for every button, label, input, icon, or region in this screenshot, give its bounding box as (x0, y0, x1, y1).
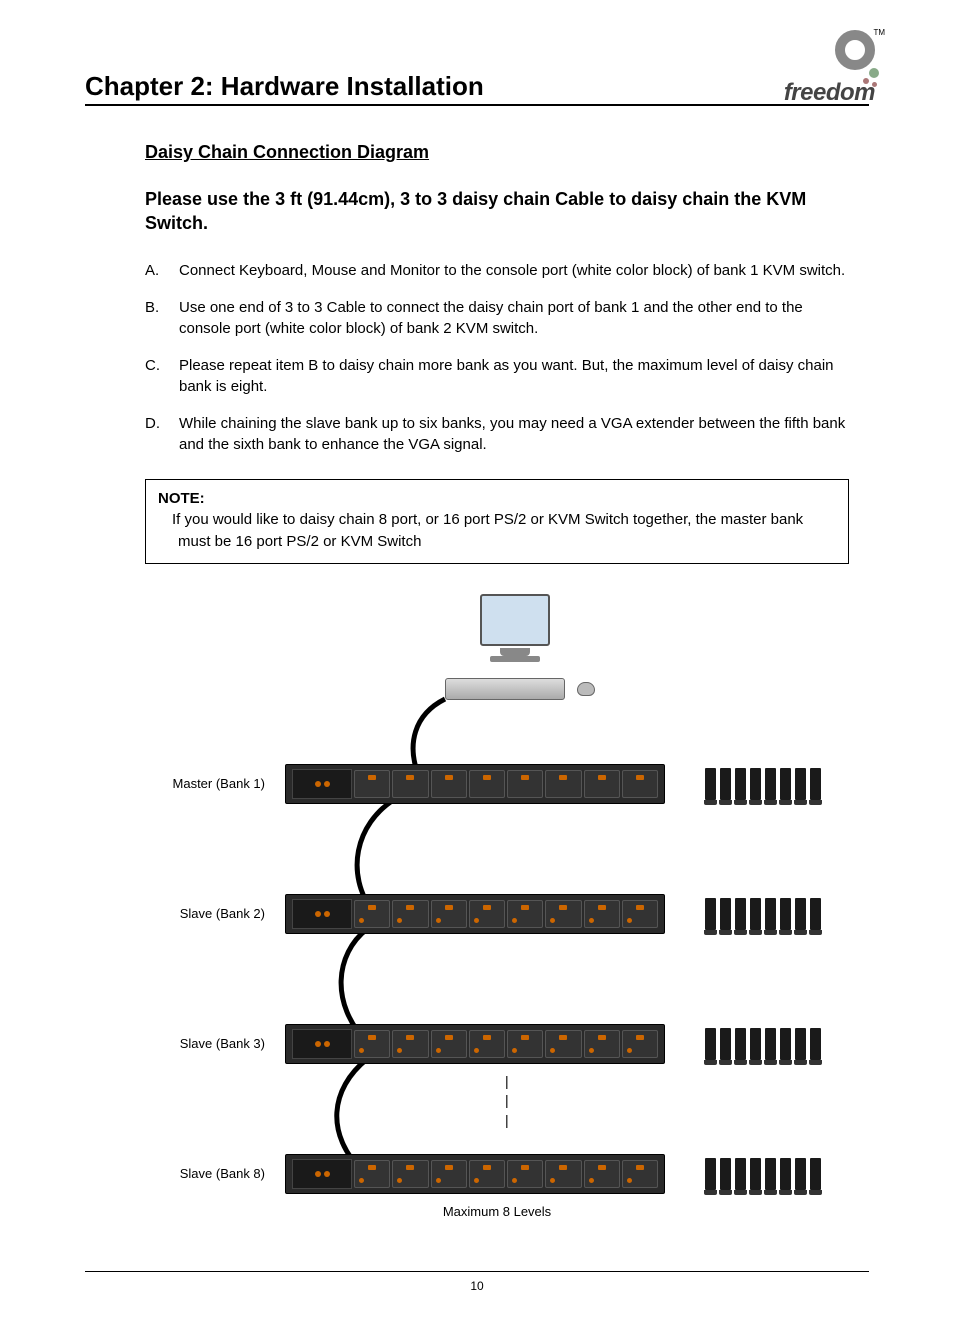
intro-text: Please use the 3 ft (91.44cm), 3 to 3 da… (145, 187, 849, 236)
bank-label: Slave (Bank 2) (145, 906, 285, 921)
list-text: While chaining the slave bank up to six … (179, 413, 849, 455)
server-group-icon (705, 898, 821, 930)
logo-dot-icon (872, 82, 877, 87)
list-item: D. While chaining the slave bank up to s… (145, 413, 849, 455)
server-group-icon (705, 1158, 821, 1190)
bank-label: Slave (Bank 3) (145, 1036, 285, 1051)
server-group-icon (705, 1028, 821, 1060)
instruction-list: A. Connect Keyboard, Mouse and Monitor t… (145, 260, 849, 455)
page-number: 10 (0, 1279, 954, 1293)
server-group-icon (705, 768, 821, 800)
kvm-switch-icon (285, 1154, 665, 1194)
logo-dot-icon (863, 78, 869, 84)
kvm-switch-icon (285, 764, 665, 804)
list-marker: A. (145, 260, 179, 281)
list-marker: B. (145, 297, 179, 339)
list-item: C. Please repeat item B to daisy chain m… (145, 355, 849, 397)
bank-row-master: Master (Bank 1) (145, 764, 849, 804)
logo-dot-icon (869, 68, 879, 78)
section-heading: Daisy Chain Connection Diagram (145, 142, 849, 163)
daisy-chain-diagram: Master (Bank 1) Slave (Bank 2) Slave (Ba… (145, 594, 849, 1234)
note-label: NOTE: (158, 488, 836, 510)
list-marker: C. (145, 355, 179, 397)
kvm-switch-icon (285, 894, 665, 934)
ellipsis-vertical-icon: | | | (505, 1072, 509, 1131)
bank-row-slave: Slave (Bank 3) (145, 1024, 849, 1064)
chapter-title: Chapter 2: Hardware Installation (85, 71, 484, 106)
bank-label: Slave (Bank 8) (145, 1166, 285, 1181)
kvm-switch-icon (285, 1024, 665, 1064)
bank-row-slave: Slave (Bank 8) (145, 1154, 849, 1194)
note-box: NOTE: If you would like to daisy chain 8… (145, 479, 849, 564)
bank-label: Master (Bank 1) (145, 776, 285, 791)
list-text: Connect Keyboard, Mouse and Monitor to t… (179, 260, 849, 281)
list-item: B. Use one end of 3 to 3 Cable to connec… (145, 297, 849, 339)
brand-logo: TM freedom (735, 30, 875, 107)
footer-divider (85, 1271, 869, 1272)
diagram-caption: Maximum 8 Levels (145, 1204, 849, 1219)
logo-text: freedom (784, 79, 875, 107)
page-header: Chapter 2: Hardware Installation TM free… (85, 50, 869, 106)
list-marker: D. (145, 413, 179, 455)
list-item: A. Connect Keyboard, Mouse and Monitor t… (145, 260, 849, 281)
note-body: If you would like to daisy chain 8 port,… (164, 509, 836, 553)
logo-circle-icon (835, 30, 875, 70)
content-area: Daisy Chain Connection Diagram Please us… (85, 142, 869, 1234)
list-text: Use one end of 3 to 3 Cable to connect t… (179, 297, 849, 339)
logo-trademark: TM (873, 28, 885, 37)
list-text: Please repeat item B to daisy chain more… (179, 355, 849, 397)
bank-row-slave: Slave (Bank 2) (145, 894, 849, 934)
